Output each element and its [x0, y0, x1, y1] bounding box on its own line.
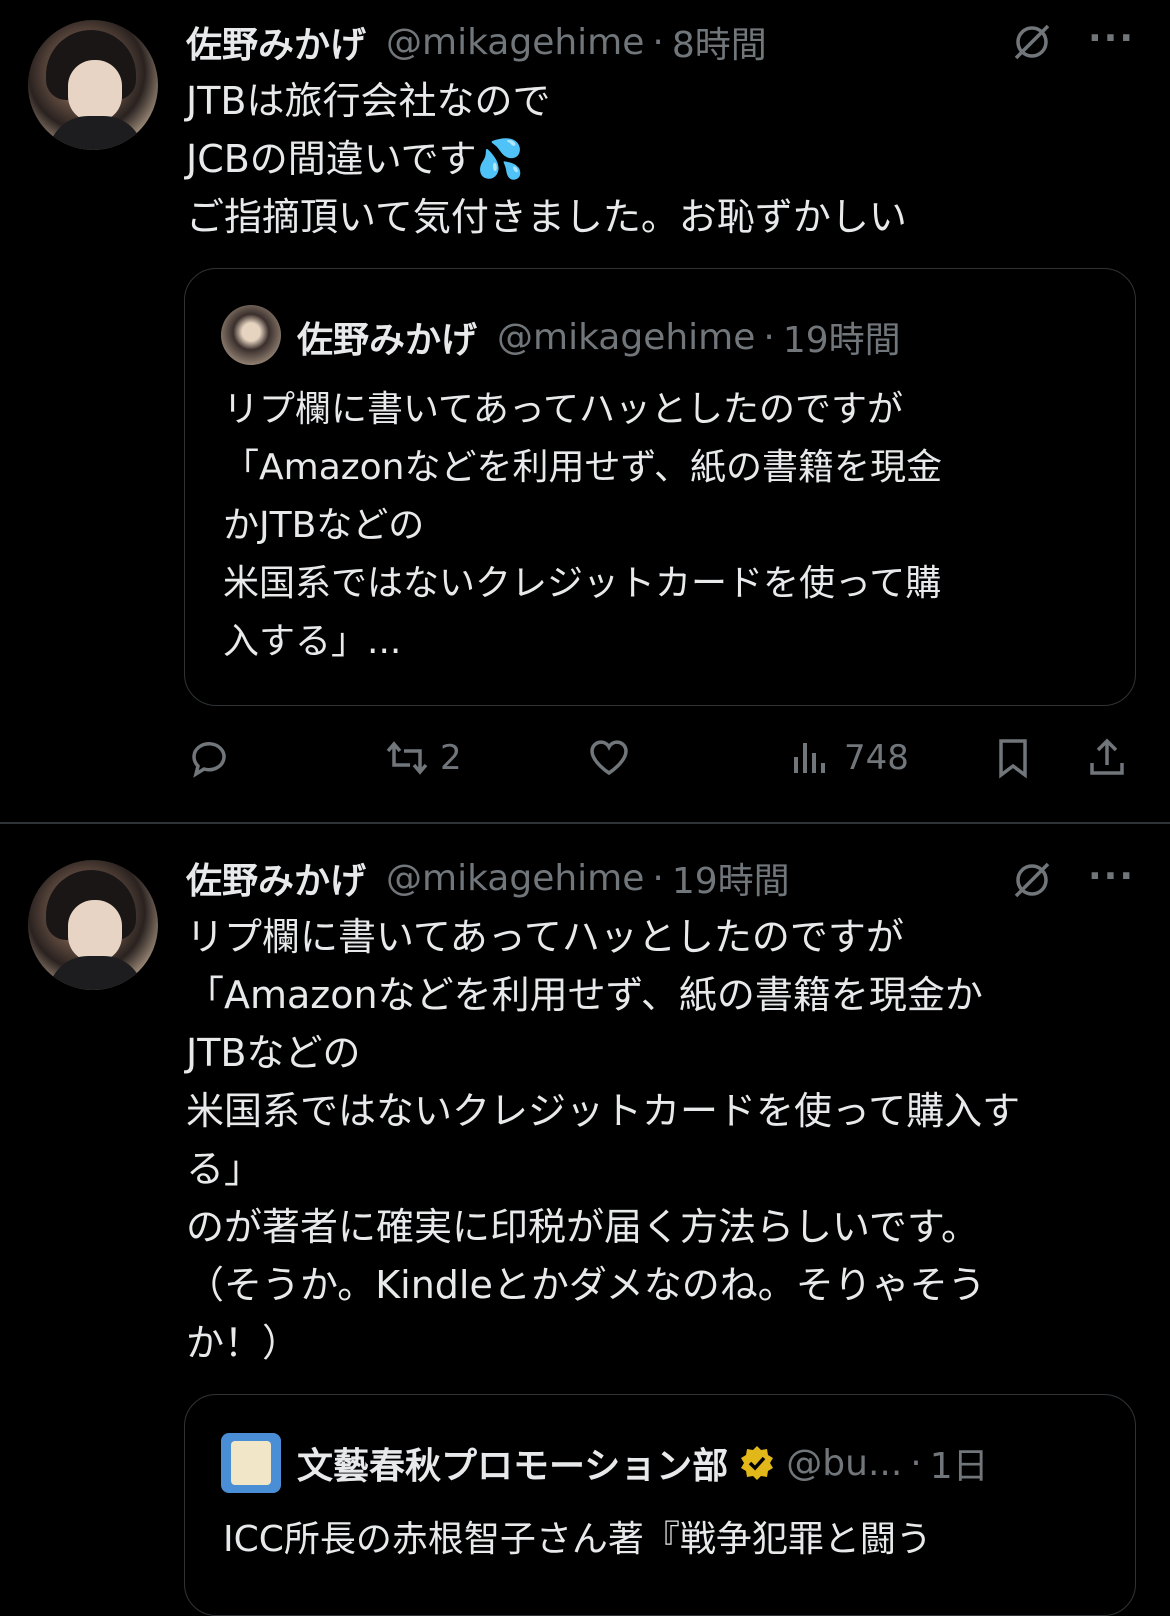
bookmark-icon [999, 739, 1027, 779]
tweet-header: 佐野みかげ @mikagehime · 19時間 [186, 850, 790, 906]
author-handle[interactable]: @mikagehime [386, 22, 644, 63]
like-button[interactable] [586, 728, 632, 788]
quoted-author-handle: @mikagehime [497, 316, 756, 358]
quoted-timestamp: 1日 [929, 1446, 989, 1487]
quoted-text: ICC所長の赤根智子さん著『戦争犯罪と闘う [223, 1519, 932, 1560]
bookmark-button[interactable] [990, 728, 1036, 788]
separator-dot: · [910, 1442, 922, 1484]
quoted-tweet[interactable]: 文藝春秋プロモーション部 @bu... · 1日 ICC所長の赤根智子さん著『戦… [184, 1394, 1136, 1616]
quoted-timestamp: 19時間 [782, 320, 901, 361]
author-name[interactable]: 佐野みかげ [186, 852, 366, 904]
separator-dot: · [652, 857, 664, 899]
grok-icon[interactable] [1010, 20, 1054, 64]
author-handle[interactable]: @mikagehime [386, 858, 644, 899]
tweet-1[interactable]: 佐野みかげ @mikagehime · 8時間 ··· JTBは旅行会社なので … [0, 0, 1170, 822]
share-icon [1090, 738, 1124, 775]
quoted-author-avatar [221, 305, 281, 365]
views-button[interactable]: 748 [788, 728, 909, 788]
quoted-header: 文藝春秋プロモーション部 @bu... · 1日 [297, 1433, 989, 1493]
views-count: 748 [844, 738, 909, 778]
tweet-text: JTBは旅行会社なので JCBの間違いです💦 ご指摘頂いて気付きました。お恥ずか… [186, 79, 907, 239]
quoted-author-name: 佐野みかげ [297, 320, 478, 361]
separator-dot: · [763, 316, 775, 358]
author-avatar[interactable] [28, 860, 158, 990]
quoted-author-handle: @bu... [786, 1442, 903, 1484]
quoted-tweet[interactable]: 佐野みかげ @mikagehime · 19時間 リプ欄に書いてあってハッとした… [184, 268, 1136, 706]
quoted-author-name: 文藝春秋プロモーション部 [297, 1446, 729, 1487]
retweet-icon [386, 741, 428, 775]
quoted-header: 佐野みかげ @mikagehime · 19時間 [297, 307, 901, 367]
quoted-author-avatar [221, 1433, 281, 1493]
reply-icon [192, 742, 226, 778]
separator-dot: · [652, 21, 664, 63]
reply-button[interactable] [186, 728, 232, 788]
tweet-header: 佐野みかげ @mikagehime · 8時間 [186, 14, 767, 70]
more-icon[interactable]: ··· [1088, 18, 1135, 59]
like-icon [590, 740, 628, 776]
timestamp[interactable]: 19時間 [672, 852, 790, 904]
retweet-count: 2 [440, 738, 462, 778]
tweet-2[interactable]: 佐野みかげ @mikagehime · 19時間 ··· リプ欄に書いてあってハ… [0, 824, 1170, 1616]
tweet-text: リプ欄に書いてあってハッとしたのですが 「Amazonなどを利用せず、紙の書籍を… [186, 915, 1021, 1365]
views-icon [794, 743, 825, 773]
share-button[interactable] [1084, 728, 1130, 788]
timestamp[interactable]: 8時間 [672, 16, 767, 68]
quoted-text: リプ欄に書いてあってハッとしたのですが 「Amazonなどを利用せず、紙の書籍を… [223, 389, 942, 662]
action-bar: 2 748 [186, 728, 1136, 788]
grok-icon[interactable] [1010, 858, 1054, 902]
author-name[interactable]: 佐野みかげ [186, 16, 366, 68]
more-icon[interactable]: ··· [1088, 856, 1135, 897]
verified-badge-icon [741, 1446, 774, 1480]
retweet-button[interactable]: 2 [384, 728, 462, 788]
author-avatar[interactable] [28, 20, 158, 150]
